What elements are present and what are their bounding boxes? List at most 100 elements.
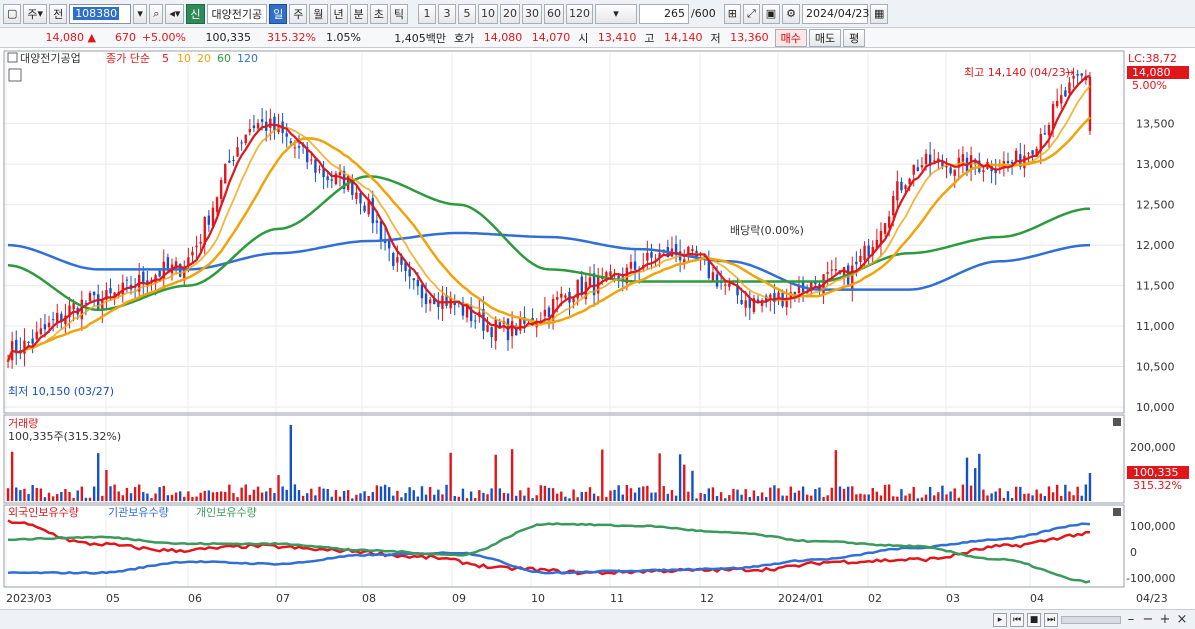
individual-legend: 개인보유수량: [196, 506, 257, 519]
interval-30[interactable]: 30: [522, 3, 543, 24]
period-minute[interactable]: 분: [349, 3, 368, 24]
volume-bar: [1068, 491, 1071, 501]
first-page-icon[interactable]: ⏮: [1010, 612, 1024, 627]
period-tick[interactable]: 틱: [389, 3, 409, 24]
volume-bar: [256, 486, 260, 501]
chart-area[interactable]: 13,500 13,000 12,500 12,000 11,500 11,000 10,5…: [0, 49, 1195, 609]
candle-body: [310, 159, 313, 161]
new-badge[interactable]: 신: [186, 3, 205, 24]
candle-body: [72, 303, 75, 310]
chart-toolbar: ▢ 주 ▾ 전 108380 ▾ ⌕ ◂▾ 신 대양전기공 일 주 월 년 분 초…: [0, 0, 1195, 28]
buy-button[interactable]: 매수: [774, 28, 807, 47]
calendar-icon[interactable]: ▦: [870, 3, 889, 24]
sell-button[interactable]: 매도: [808, 28, 842, 47]
candle-body: [855, 261, 858, 265]
draw-tool-icon[interactable]: ⤢: [742, 3, 760, 24]
volume-bar: [1035, 489, 1038, 501]
candle-body: [371, 198, 374, 224]
current-price-group: 14,080 ▲: [0, 28, 100, 48]
interval-20[interactable]: 20: [500, 3, 521, 24]
last-page-icon[interactable]: ⏭: [1044, 612, 1058, 627]
period-week[interactable]: 주: [289, 3, 308, 24]
volume-bar: [199, 492, 202, 501]
volume-bar: [84, 497, 88, 501]
candle-body: [933, 160, 936, 162]
zoom-in-icon[interactable]: +: [1158, 612, 1172, 627]
candle-body: [494, 319, 497, 341]
stock-chart[interactable]: 13,500 13,000 12,500 12,000 11,500 11,000 10,5…: [0, 49, 1195, 609]
volume-bar: [404, 492, 407, 501]
zoom-out-icon[interactable]: −: [1141, 612, 1155, 627]
period-month[interactable]: 월: [309, 3, 328, 24]
close-icon[interactable]: ×: [1175, 612, 1189, 627]
volume-bar: [789, 486, 792, 501]
flat-button[interactable]: 평: [843, 28, 866, 47]
minimize-icon[interactable]: –: [1124, 612, 1138, 627]
type-select[interactable]: 주 ▾: [23, 3, 48, 24]
volume-bar: [117, 491, 120, 501]
holdings-y-tick-bottom: -100,000: [1126, 572, 1175, 585]
volume-bar: [744, 489, 747, 501]
stock-code-input[interactable]: 108380: [69, 3, 132, 24]
x-axis-label: 06: [188, 592, 202, 605]
save-icon[interactable]: ▣: [761, 3, 781, 24]
volume-bar: [383, 484, 387, 501]
x-axis-last-label: 04/23: [1136, 592, 1168, 605]
volume-bar: [695, 498, 698, 501]
indicator-icon[interactable]: ⊞: [723, 3, 741, 24]
candle-body: [269, 118, 272, 128]
interval-3[interactable]: 3: [438, 3, 457, 24]
candle-body: [740, 299, 743, 304]
stop-icon[interactable]: ■: [1027, 612, 1041, 627]
volume-bar: [945, 494, 948, 501]
volume-bar: [424, 494, 428, 501]
volume-bar: [572, 489, 575, 501]
holdings-panel-close-icon[interactable]: [1113, 508, 1121, 516]
volume-bar: [88, 497, 92, 501]
low-price: 13,360: [730, 31, 769, 44]
zoom-slider[interactable]: [1061, 615, 1121, 624]
search-icon[interactable]: ⌕: [149, 3, 164, 24]
panel-menu-icon[interactable]: [7, 52, 18, 63]
scroll-right-icon[interactable]: ▸: [993, 612, 1007, 627]
interval-1[interactable]: 1: [418, 3, 437, 24]
period-day[interactable]: 일: [269, 3, 288, 24]
speaker-icon[interactable]: ◂▾: [165, 3, 185, 24]
scope-select[interactable]: 전: [49, 3, 68, 24]
volume-bar: [1006, 491, 1010, 501]
open-price: 13,410: [597, 31, 637, 44]
count-input[interactable]: 265: [639, 3, 690, 24]
date-input[interactable]: 2024/04/23: [802, 3, 869, 24]
volume-bar: [224, 491, 227, 501]
gear-icon[interactable]: ⚙: [782, 3, 801, 24]
volume-bar: [555, 493, 559, 501]
interval-60[interactable]: 60: [544, 3, 565, 24]
period-year[interactable]: 년: [329, 3, 348, 24]
volume-bar: [387, 487, 391, 501]
grid-toggle-icon[interactable]: [8, 68, 22, 82]
price-y-tick: 10,500: [1136, 361, 1175, 374]
interval-5[interactable]: 5: [458, 3, 477, 24]
candle-body: [109, 288, 112, 294]
volume-bar: [1039, 493, 1042, 501]
volume-bar: [765, 496, 768, 501]
candle-body: [330, 179, 333, 181]
high-label: 고: [644, 31, 655, 45]
volume-bar: [838, 486, 842, 501]
interval-120[interactable]: 120: [566, 3, 594, 24]
interval-custom-select[interactable]: ▾: [595, 3, 638, 24]
volume-bar: [39, 488, 43, 501]
volume-bar: [6, 488, 10, 501]
volume-bar: [412, 490, 415, 501]
code-dropdown-button[interactable]: ▾: [133, 3, 148, 24]
interval-10[interactable]: 10: [478, 3, 499, 24]
candle-body: [260, 119, 264, 122]
candle-body: [420, 284, 424, 299]
candle-body: [580, 276, 583, 295]
volume-bar: [658, 453, 661, 501]
candle-body: [207, 215, 211, 225]
volume-bar: [121, 495, 124, 501]
window-icon[interactable]: ▢: [3, 3, 22, 24]
volume-panel-close-icon[interactable]: [1113, 418, 1121, 426]
period-second[interactable]: 초: [369, 3, 388, 24]
